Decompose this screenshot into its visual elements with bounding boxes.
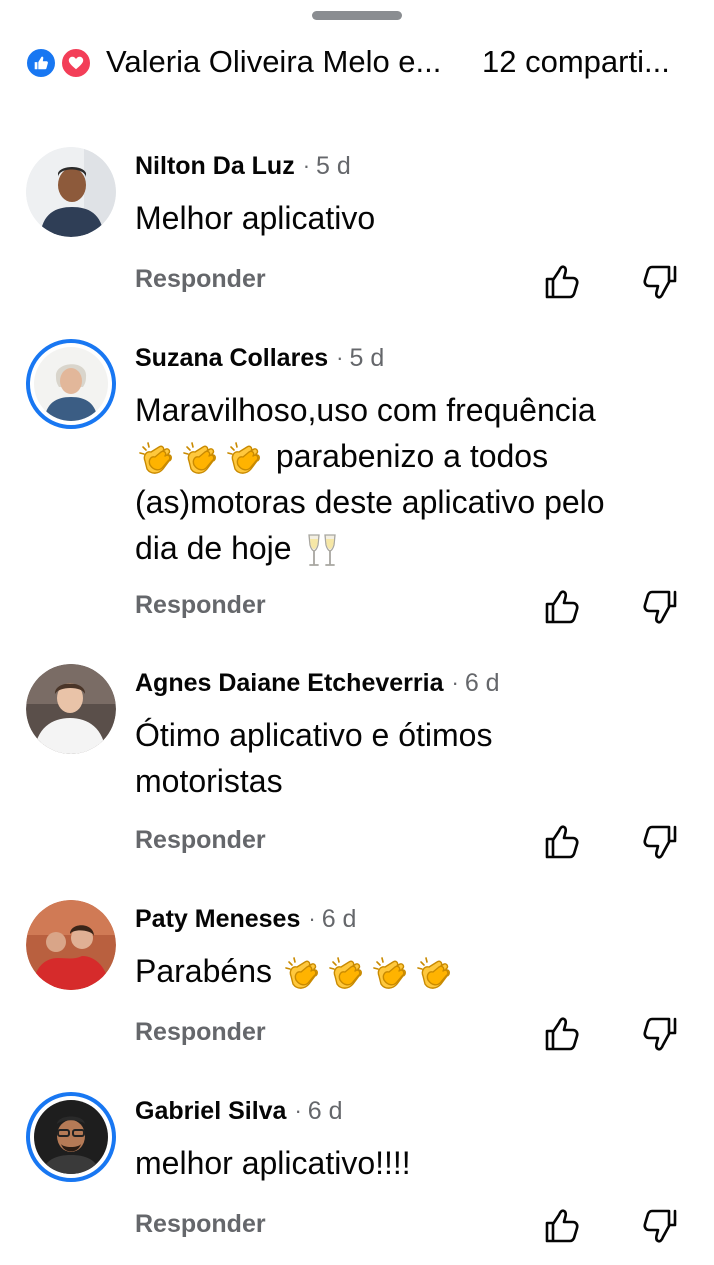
reply-button[interactable]: Responder [135, 265, 266, 294]
separator-dot: · [302, 153, 311, 178]
comment-text: Ótimo aplicativo e ótimos motoristas [135, 712, 695, 804]
separator-dot: · [451, 670, 459, 695]
separator-dot: · [308, 906, 316, 931]
shares-count[interactable]: 12 comparti... [482, 44, 670, 80]
timestamp[interactable]: 6 d [308, 1097, 343, 1126]
clapping-hands-icon [137, 439, 177, 479]
author-line: Agnes Daiane Etcheverria · 6 d [135, 666, 500, 700]
clapping-hands-icon [181, 439, 221, 479]
comment-line: motoristas [135, 763, 283, 799]
author-name[interactable]: Nilton Da Luz [135, 152, 295, 181]
avatar[interactable] [26, 339, 116, 429]
reply-button[interactable]: Responder [135, 826, 266, 855]
timestamp[interactable]: 5 d [349, 344, 384, 373]
clapping-hands-icon [415, 954, 455, 994]
clapping-hands-icon [283, 954, 323, 994]
comment-line-text: parabenizo a todos [275, 438, 549, 474]
thumbs-up-icon[interactable] [542, 1014, 582, 1054]
comment-line: parabenizo a todos [135, 433, 695, 479]
comment-line: Ótimo aplicativo e ótimos [135, 717, 493, 753]
separator-dot: · [336, 345, 344, 370]
thumbs-up-icon[interactable] [542, 822, 582, 862]
timestamp[interactable]: 5 d [316, 152, 351, 181]
timestamp[interactable]: 6 d [465, 669, 500, 698]
reply-button[interactable]: Responder [135, 1018, 266, 1047]
comment-line: Maravilhoso,uso com frequência [135, 392, 596, 428]
thumbs-down-icon[interactable] [640, 1206, 680, 1246]
comment-line: (as)motoras deste aplicativo pelo [135, 484, 605, 520]
author-name[interactable]: Agnes Daiane Etcheverria [135, 669, 443, 698]
comment-line: dia de hoje [135, 525, 695, 571]
reply-button[interactable]: Responder [135, 591, 266, 620]
comment-text: Maravilhoso,uso com frequência parabeniz… [135, 387, 695, 571]
avatar[interactable] [26, 900, 116, 990]
thumbs-up-icon[interactable] [542, 262, 582, 302]
thumbs-down-icon[interactable] [640, 822, 680, 862]
avatar[interactable] [26, 1092, 116, 1182]
comment-text: melhor aplicativo!!!! [135, 1145, 411, 1181]
love-icon [59, 46, 93, 80]
drag-handle[interactable] [312, 11, 402, 20]
comment-line-text: dia de hoje [135, 530, 292, 566]
clapping-hands-icon [327, 954, 367, 994]
reactors-text[interactable]: Valeria Oliveira Melo e... [106, 44, 464, 80]
avatar[interactable] [26, 147, 116, 237]
reply-button[interactable]: Responder [135, 1210, 266, 1239]
reaction-icons [24, 42, 100, 82]
author-name[interactable]: Gabriel Silva [135, 1097, 286, 1126]
author-line: Nilton Da Luz · 5 d [135, 149, 351, 183]
like-icon [24, 46, 58, 80]
thumbs-down-icon[interactable] [640, 587, 680, 627]
clapping-hands-icon [225, 439, 265, 479]
reactions-summary[interactable]: Valeria Oliveira Melo e... 12 comparti..… [24, 40, 694, 84]
thumbs-up-icon[interactable] [542, 1206, 582, 1246]
separator-dot: · [294, 1098, 302, 1123]
author-line: Suzana Collares · 5 d [135, 341, 384, 375]
clapping-hands-icon [371, 954, 411, 994]
author-name[interactable]: Suzana Collares [135, 344, 328, 373]
comment-line-text: Parabéns [135, 953, 272, 989]
timestamp[interactable]: 6 d [322, 905, 357, 934]
thumbs-down-icon[interactable] [640, 1014, 680, 1054]
author-line: Paty Meneses · 6 d [135, 902, 356, 936]
avatar[interactable] [26, 664, 116, 754]
thumbs-down-icon[interactable] [640, 262, 680, 302]
clinking-glasses-icon [302, 531, 342, 571]
author-line: Gabriel Silva · 6 d [135, 1094, 343, 1128]
comment-text: Melhor aplicativo [135, 200, 376, 236]
author-name[interactable]: Paty Meneses [135, 905, 300, 934]
comment-text: Parabéns [135, 948, 695, 994]
thumbs-up-icon[interactable] [542, 587, 582, 627]
